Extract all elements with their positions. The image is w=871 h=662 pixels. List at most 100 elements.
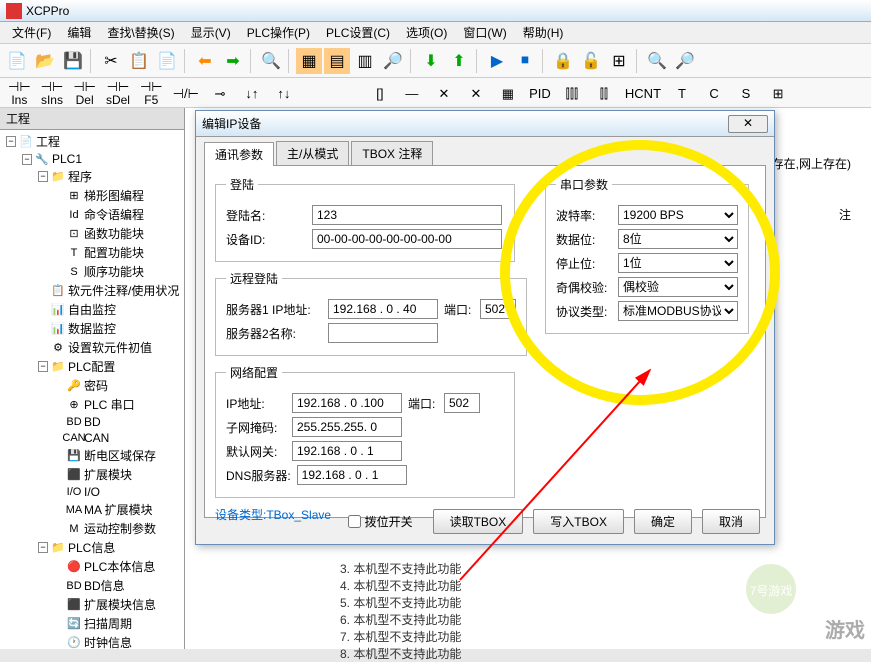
tree-item[interactable]: ⬛扩展模块信息 <box>2 595 182 614</box>
remote-port-input[interactable] <box>480 299 516 319</box>
ladder-tool[interactable]: ⊞ <box>767 86 789 100</box>
tree-item[interactable]: 🔑密码 <box>2 376 182 395</box>
tree-item[interactable]: MAMA 扩展模块 <box>2 500 182 519</box>
menu-window[interactable]: 窗口(W) <box>455 22 514 43</box>
data-bits-select[interactable]: 8位 <box>618 229 738 249</box>
ladder-tool[interactable]: — <box>401 86 423 100</box>
new-icon[interactable]: 📄 <box>4 48 30 74</box>
upload-icon[interactable]: ⬆ <box>446 48 472 74</box>
parity-select[interactable]: 偶校验 <box>618 277 738 297</box>
tree-item[interactable]: Id命令语编程 <box>2 205 182 224</box>
dial-switch-checkbox[interactable]: 拨位开关 <box>348 513 413 530</box>
tree-item[interactable]: 📊数据监控 <box>2 319 182 338</box>
tab-master-slave[interactable]: 主/从模式 <box>276 141 349 165</box>
tree-item[interactable]: ⊡函数功能块 <box>2 224 182 243</box>
ladder-tool[interactable]: S <box>735 86 757 100</box>
tree-item[interactable]: CANCAN <box>2 430 182 446</box>
find-icon[interactable]: 🔍 <box>258 48 284 74</box>
menu-file[interactable]: 文件(F) <box>4 22 59 43</box>
device-id-input[interactable] <box>312 229 502 249</box>
download-icon[interactable]: ⬇ <box>418 48 444 74</box>
lock-icon[interactable]: 🔒 <box>550 48 576 74</box>
read-tbox-button[interactable]: 读取TBOX <box>433 509 524 534</box>
ladder-tool[interactable]: ▦ <box>497 86 519 100</box>
tree-item[interactable]: T配置功能块 <box>2 243 182 262</box>
tree-item[interactable]: 🔄扫描周期 <box>2 614 182 633</box>
tree-item[interactable]: −📁程序 <box>2 167 182 186</box>
view2-icon[interactable]: ▤ <box>324 48 350 74</box>
tree-item[interactable]: 🕐时钟信息 <box>2 633 182 649</box>
view3-icon[interactable]: ▥ <box>352 48 378 74</box>
mask-input[interactable] <box>292 417 402 437</box>
tab-tbox-comment[interactable]: TBOX 注释 <box>351 141 433 165</box>
dns-input[interactable] <box>297 465 407 485</box>
ladder-tool[interactable]: ✕ <box>433 86 455 100</box>
ladder-tool[interactable]: C <box>703 86 725 100</box>
menu-view[interactable]: 显示(V) <box>183 22 239 43</box>
ladder-tool[interactable]: ⊣⊢F5 <box>140 79 163 107</box>
zoom-out-icon[interactable]: 🔎 <box>672 48 698 74</box>
protocol-select[interactable]: 标准MODBUS协议 <box>618 301 738 321</box>
close-icon[interactable]: ✕ <box>728 115 768 133</box>
tree-item[interactable]: −🔧PLC1 <box>2 151 182 167</box>
undo-icon[interactable]: ⬅ <box>192 48 218 74</box>
gateway-input[interactable] <box>292 441 402 461</box>
tree-item[interactable]: ⊞梯形图编程 <box>2 186 182 205</box>
server2-name-input[interactable] <box>328 323 438 343</box>
stop-icon[interactable]: ⏹ <box>512 48 538 74</box>
run-icon[interactable]: ▶ <box>484 48 510 74</box>
write-tbox-button[interactable]: 写入TBOX <box>533 509 624 534</box>
paste-icon[interactable]: 📄 <box>154 48 180 74</box>
menu-edit[interactable]: 编辑 <box>59 22 99 43</box>
ladder-tool[interactable] <box>337 86 359 100</box>
tree-item[interactable]: 💾断电区域保存 <box>2 446 182 465</box>
tree-item[interactable]: ⚙设置软元件初值 <box>2 338 182 357</box>
cut-icon[interactable]: ✂ <box>98 48 124 74</box>
tree-item[interactable]: S顺序功能块 <box>2 262 182 281</box>
ladder-tool[interactable]: PID <box>529 86 551 100</box>
ladder-tool[interactable]: ⊣⊢Ins <box>8 79 31 107</box>
ladder-tool[interactable]: ↓↑ <box>241 86 263 100</box>
redo-icon[interactable]: ➡ <box>220 48 246 74</box>
ladder-tool[interactable]: HCNT <box>625 86 661 100</box>
tree-item[interactable]: 🔴PLC本体信息 <box>2 557 182 576</box>
view4-icon[interactable]: 🔎 <box>380 48 406 74</box>
tree-item[interactable]: ⊕PLC 串口 <box>2 395 182 414</box>
net-port-input[interactable] <box>444 393 480 413</box>
tree-item[interactable]: ⬛扩展模块 <box>2 465 182 484</box>
tree-item[interactable]: 📋软元件注释/使用状况 <box>2 281 182 300</box>
ladder-tool[interactable]: ⊸ <box>209 86 231 100</box>
zoom-in-icon[interactable]: 🔍 <box>644 48 670 74</box>
connect-icon[interactable]: ⊞ <box>606 48 632 74</box>
tree-item[interactable]: −📄工程 <box>2 132 182 151</box>
ladder-tool[interactable]: ⊣⊢sDel <box>106 79 130 107</box>
menu-plc-op[interactable]: PLC操作(P) <box>239 22 318 43</box>
ladder-tool[interactable] <box>305 86 327 100</box>
server1-ip-input[interactable] <box>328 299 438 319</box>
ok-button[interactable]: 确定 <box>634 509 692 534</box>
login-name-input[interactable] <box>312 205 502 225</box>
ladder-tool[interactable]: ✕ <box>465 86 487 100</box>
ladder-tool[interactable]: T <box>671 86 693 100</box>
stop-bits-select[interactable]: 1位 <box>618 253 738 273</box>
save-icon[interactable]: 💾 <box>60 48 86 74</box>
copy-icon[interactable]: 📋 <box>126 48 152 74</box>
menu-option[interactable]: 选项(O) <box>398 22 455 43</box>
ip-input[interactable] <box>292 393 402 413</box>
ladder-tool[interactable]: ⊣/⊢ <box>173 86 199 100</box>
view1-icon[interactable]: ▦ <box>296 48 322 74</box>
tree-item[interactable]: −📁PLC配置 <box>2 357 182 376</box>
ladder-tool[interactable]: ⫿⫿⫿ <box>561 86 583 100</box>
ladder-tool[interactable]: [] <box>369 86 391 100</box>
tree-item[interactable]: BDBD <box>2 414 182 430</box>
tree-item[interactable]: BDBD信息 <box>2 576 182 595</box>
ladder-tool[interactable]: ⫿⫿ <box>593 86 615 100</box>
tree-item[interactable]: I/OI/O <box>2 484 182 500</box>
ladder-tool[interactable]: ⊣⊢Del <box>73 79 96 107</box>
tree-item[interactable]: M运动控制参数 <box>2 519 182 538</box>
menu-help[interactable]: 帮助(H) <box>515 22 572 43</box>
ladder-tool[interactable]: ↑↓ <box>273 86 295 100</box>
unlock-icon[interactable]: 🔓 <box>578 48 604 74</box>
tree-item[interactable]: 📊自由监控 <box>2 300 182 319</box>
open-icon[interactable]: 📂 <box>32 48 58 74</box>
